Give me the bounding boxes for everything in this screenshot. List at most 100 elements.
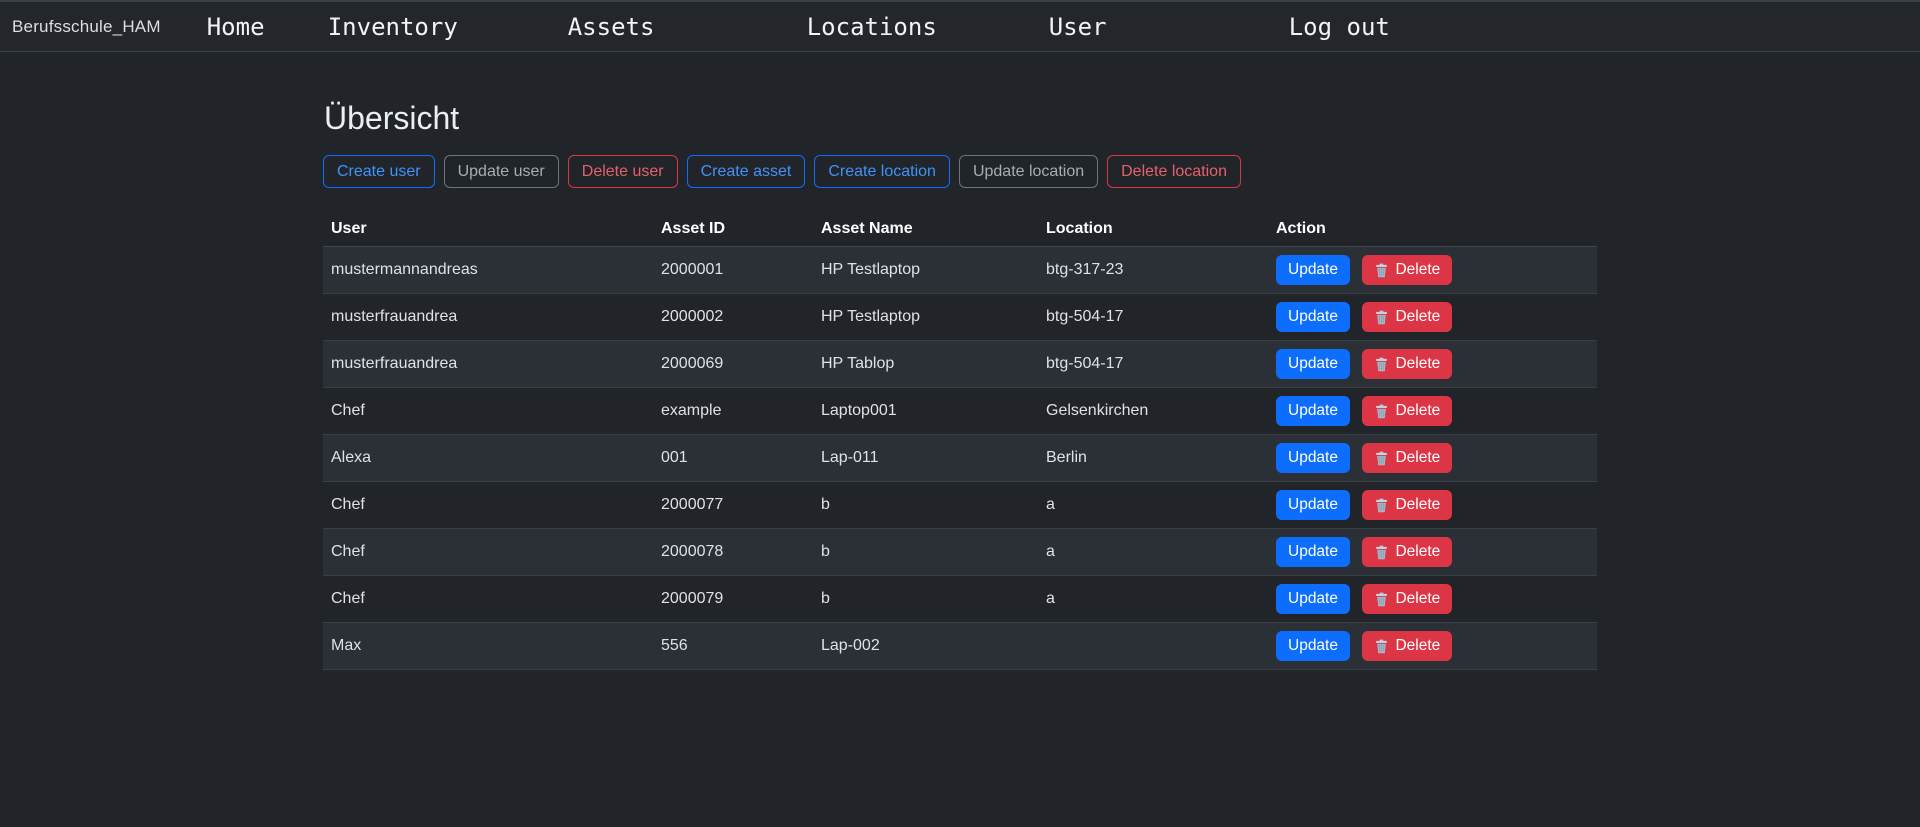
cell-user: Chef bbox=[323, 388, 653, 435]
nav-item-inventory[interactable]: Inventory bbox=[328, 13, 568, 41]
nav-item-inventory-label[interactable]: Inventory bbox=[328, 13, 458, 41]
table-row: Alexa 001 Lap-011 Berlin Update Delete bbox=[323, 435, 1597, 482]
nav-item-home-label[interactable]: Home bbox=[207, 13, 265, 41]
cell-asset-name: HP Testlaptop bbox=[813, 247, 1038, 294]
delete-button-label: Delete bbox=[1395, 495, 1440, 515]
update-button[interactable]: Update bbox=[1276, 255, 1350, 285]
nav-item-assets-label[interactable]: Assets bbox=[568, 13, 655, 41]
nav-item-locations-label[interactable]: Locations bbox=[807, 13, 937, 41]
cell-user: Chef bbox=[323, 576, 653, 623]
cell-asset-name: b bbox=[813, 529, 1038, 576]
wastebasket-icon bbox=[1374, 357, 1389, 372]
cell-asset-name: Lap-002 bbox=[813, 623, 1038, 670]
delete-button[interactable]: Delete bbox=[1362, 537, 1452, 567]
nav-item-home[interactable]: Home bbox=[207, 13, 328, 41]
cell-asset-id: 2000001 bbox=[653, 247, 813, 294]
cell-asset-name: Lap-011 bbox=[813, 435, 1038, 482]
cell-asset-name: b bbox=[813, 482, 1038, 529]
delete-button[interactable]: Delete bbox=[1362, 255, 1452, 285]
cell-asset-id: 2000077 bbox=[653, 482, 813, 529]
delete-button-label: Delete bbox=[1395, 307, 1440, 327]
wastebasket-icon bbox=[1374, 404, 1389, 419]
cell-user: Max bbox=[323, 623, 653, 670]
cell-asset-id: 2000002 bbox=[653, 294, 813, 341]
update-button[interactable]: Update bbox=[1276, 396, 1350, 426]
delete-button-label: Delete bbox=[1395, 589, 1440, 609]
cell-action: Update Delete bbox=[1268, 341, 1597, 388]
table-row: Max 556 Lap-002 Update Delete bbox=[323, 623, 1597, 670]
cell-action: Update Delete bbox=[1268, 294, 1597, 341]
cell-asset-id: 2000079 bbox=[653, 576, 813, 623]
delete-button-label: Delete bbox=[1395, 636, 1440, 656]
delete-button[interactable]: Delete bbox=[1362, 302, 1452, 332]
column-header-user: User bbox=[323, 212, 653, 247]
nav-item-locations[interactable]: Locations bbox=[807, 13, 1049, 41]
delete-button[interactable]: Delete bbox=[1362, 631, 1452, 661]
update-button[interactable]: Update bbox=[1276, 443, 1350, 473]
assets-table-header: User Asset ID Asset Name Location Action bbox=[323, 212, 1597, 247]
delete-button-label: Delete bbox=[1395, 542, 1440, 562]
update-button[interactable]: Update bbox=[1276, 490, 1350, 520]
page-title: Übersicht bbox=[324, 100, 1597, 137]
top-navbar: Berufsschule_HAM Home Inventory Assets L… bbox=[0, 0, 1920, 52]
crud-toolbar: Create user Update user Delete user Crea… bbox=[323, 155, 1597, 188]
column-header-action: Action bbox=[1268, 212, 1597, 247]
cell-action: Update Delete bbox=[1268, 388, 1597, 435]
column-header-asset-name: Asset Name bbox=[813, 212, 1038, 247]
wastebasket-icon bbox=[1374, 498, 1389, 513]
update-button[interactable]: Update bbox=[1276, 302, 1350, 332]
cell-location: btg-317-23 bbox=[1038, 247, 1268, 294]
wastebasket-icon bbox=[1374, 639, 1389, 654]
cell-user: Chef bbox=[323, 529, 653, 576]
cell-location: a bbox=[1038, 576, 1268, 623]
column-header-asset-id: Asset ID bbox=[653, 212, 813, 247]
delete-button[interactable]: Delete bbox=[1362, 490, 1452, 520]
cell-action: Update Delete bbox=[1268, 482, 1597, 529]
cell-action: Update Delete bbox=[1268, 435, 1597, 482]
delete-button[interactable]: Delete bbox=[1362, 349, 1452, 379]
cell-action: Update Delete bbox=[1268, 576, 1597, 623]
nav-item-assets[interactable]: Assets bbox=[568, 13, 807, 41]
main-content: Übersicht Create user Update user Delete… bbox=[323, 52, 1597, 670]
cell-action: Update Delete bbox=[1268, 247, 1597, 294]
navbar-brand[interactable]: Berufsschule_HAM bbox=[12, 17, 161, 37]
nav-item-user[interactable]: User bbox=[1049, 13, 1289, 41]
cell-asset-id: 556 bbox=[653, 623, 813, 670]
delete-location-button[interactable]: Delete location bbox=[1107, 155, 1241, 188]
cell-location: a bbox=[1038, 482, 1268, 529]
delete-button[interactable]: Delete bbox=[1362, 396, 1452, 426]
delete-button-label: Delete bbox=[1395, 401, 1440, 421]
update-button[interactable]: Update bbox=[1276, 537, 1350, 567]
assets-table-body: mustermannandreas 2000001 HP Testlaptop … bbox=[323, 247, 1597, 670]
cell-location: a bbox=[1038, 529, 1268, 576]
delete-button[interactable]: Delete bbox=[1362, 584, 1452, 614]
update-user-button[interactable]: Update user bbox=[444, 155, 559, 188]
cell-user: musterfrauandrea bbox=[323, 341, 653, 388]
update-button[interactable]: Update bbox=[1276, 349, 1350, 379]
create-location-button[interactable]: Create location bbox=[814, 155, 950, 188]
wastebasket-icon bbox=[1374, 263, 1389, 278]
nav-item-user-label[interactable]: User bbox=[1049, 13, 1107, 41]
delete-user-button[interactable]: Delete user bbox=[568, 155, 678, 188]
table-row: Chef example Laptop001 Gelsenkirchen Upd… bbox=[323, 388, 1597, 435]
table-row: mustermannandreas 2000001 HP Testlaptop … bbox=[323, 247, 1597, 294]
cell-asset-id: 001 bbox=[653, 435, 813, 482]
nav-item-logout[interactable]: Log out bbox=[1289, 13, 1390, 41]
delete-button-label: Delete bbox=[1395, 448, 1440, 468]
assets-table: User Asset ID Asset Name Location Action… bbox=[323, 212, 1597, 670]
create-user-button[interactable]: Create user bbox=[323, 155, 435, 188]
cell-location bbox=[1038, 623, 1268, 670]
create-asset-button[interactable]: Create asset bbox=[687, 155, 806, 188]
update-button[interactable]: Update bbox=[1276, 631, 1350, 661]
cell-asset-name: HP Testlaptop bbox=[813, 294, 1038, 341]
cell-location: btg-504-17 bbox=[1038, 294, 1268, 341]
update-button[interactable]: Update bbox=[1276, 584, 1350, 614]
wastebasket-icon bbox=[1374, 451, 1389, 466]
cell-action: Update Delete bbox=[1268, 529, 1597, 576]
update-location-button[interactable]: Update location bbox=[959, 155, 1098, 188]
delete-button[interactable]: Delete bbox=[1362, 443, 1452, 473]
cell-action: Update Delete bbox=[1268, 623, 1597, 670]
cell-user: Chef bbox=[323, 482, 653, 529]
cell-location: btg-504-17 bbox=[1038, 341, 1268, 388]
nav-item-logout-label[interactable]: Log out bbox=[1289, 13, 1390, 41]
